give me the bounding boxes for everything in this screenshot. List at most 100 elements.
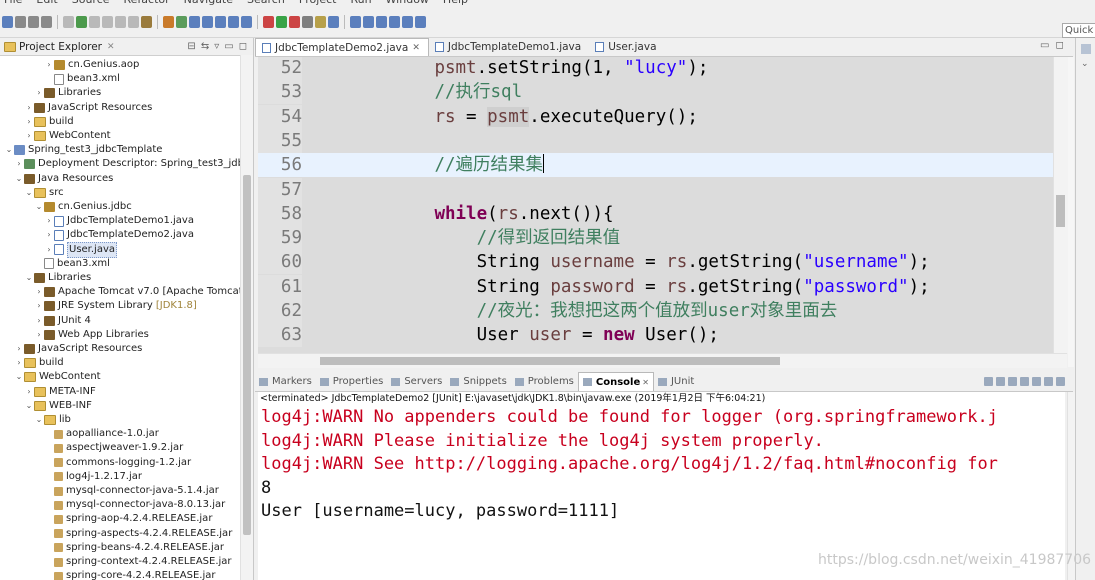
explorer-scrollbar[interactable] [240, 55, 253, 580]
expand-chevron-icon[interactable]: ⌄ [14, 370, 24, 384]
tab-snippets[interactable]: Snippets [446, 376, 510, 387]
toolbar-button-icon[interactable] [350, 16, 361, 28]
expand-chevron-icon[interactable]: ⌄ [34, 413, 44, 427]
menu-window[interactable]: Window [386, 0, 429, 6]
toolbar-button-icon[interactable] [241, 16, 252, 28]
toolbar-button-icon[interactable] [63, 16, 74, 28]
toolbar-button-icon[interactable] [215, 16, 226, 28]
terminate-icon[interactable] [984, 377, 993, 386]
tree-item[interactable]: ⌄ Java Resources [14, 172, 113, 186]
code-line[interactable]: 60 String username = rs.getString("usern… [258, 250, 1053, 275]
maximize-icon[interactable]: ◻ [1055, 40, 1063, 51]
toolbar-button-icon[interactable] [128, 16, 139, 28]
toolbar-button-icon[interactable] [189, 16, 200, 28]
expand-chevron-icon[interactable]: ⌄ [24, 399, 34, 413]
tree-item[interactable]: ⌄ src [24, 186, 64, 200]
code-editor[interactable]: 52 psmt.setString(1, "lucy"); 53 //执行sql 5… [258, 57, 1053, 353]
toolbar-button-icon[interactable] [102, 16, 113, 28]
toolbar-button-icon[interactable] [2, 16, 13, 28]
close-tab-icon[interactable]: ✕ [642, 378, 649, 387]
tree-item[interactable]: › cn.Genius.aop [44, 58, 139, 72]
code-line[interactable]: 53 //执行sql [258, 80, 1053, 105]
toolbar-button-icon[interactable] [115, 16, 126, 28]
tree-item[interactable]: ⌄ Spring_test3_jdbcTemplate [4, 143, 162, 157]
menu-run[interactable]: Run [350, 0, 371, 6]
collapse-chevron-icon[interactable]: › [44, 58, 54, 72]
toolbar-button-icon[interactable] [41, 16, 52, 28]
tree-item[interactable]: › User.java [44, 241, 118, 258]
collapse-chevron-icon[interactable]: › [24, 115, 34, 129]
expand-chevron-icon[interactable]: ⌄ [34, 200, 44, 214]
editor-tab[interactable]: JdbcTemplateDemo1.java [429, 38, 589, 56]
tree-item[interactable]: aspectjweaver-1.9.2.jar [44, 441, 183, 455]
pin-console-icon[interactable] [1032, 377, 1041, 386]
tree-item[interactable]: › JavaScript Resources [24, 101, 152, 115]
toolbar-button-icon[interactable] [89, 16, 100, 28]
toolbar-button-icon[interactable] [289, 16, 300, 28]
collapse-chevron-icon[interactable]: › [34, 86, 44, 100]
toolbar-button-icon[interactable] [315, 16, 326, 28]
open-console-icon[interactable] [1056, 377, 1065, 386]
tree-item[interactable]: › JUnit 4 [34, 314, 91, 328]
toolbar-button-icon[interactable] [141, 16, 152, 28]
editor-tab[interactable]: User.java [589, 38, 664, 56]
expand-chevron-icon[interactable]: ⌄ [14, 172, 24, 186]
menu-file[interactable]: File [4, 0, 22, 6]
collapse-chevron-icon[interactable]: › [34, 285, 44, 299]
tree-item[interactable]: aopalliance-1.0.jar [44, 427, 159, 441]
minimize-icon[interactable]: ▭ [1040, 40, 1049, 51]
collapse-chevron-icon[interactable]: › [14, 157, 24, 171]
collapse-chevron-icon[interactable]: › [44, 228, 54, 242]
outline-icon[interactable] [1081, 44, 1091, 54]
code-line[interactable]: 59 //得到返回结果值 [258, 226, 1053, 251]
toolbar-button-icon[interactable] [202, 16, 213, 28]
collapse-chevron-icon[interactable]: › [34, 314, 44, 328]
tree-item[interactable]: spring-core-4.2.4.RELEASE.jar [44, 569, 216, 580]
tree-item[interactable]: › WebContent [24, 129, 111, 143]
close-tab-icon[interactable]: ✕ [412, 43, 420, 53]
tree-item[interactable]: ⌄ cn.Genius.jdbc [34, 200, 132, 214]
tab-problems[interactable]: Problems [511, 376, 578, 387]
toolbar-button-icon[interactable] [415, 16, 426, 28]
tree-item[interactable]: › JdbcTemplateDemo2.java [44, 228, 194, 242]
toolbar-button-icon[interactable] [376, 16, 387, 28]
expand-chevron-icon[interactable]: ⌄ [24, 271, 34, 285]
code-line[interactable]: 55 [258, 128, 1053, 153]
display-console-icon[interactable] [1044, 377, 1053, 386]
tree-item[interactable]: spring-aspects-4.2.4.RELEASE.jar [44, 527, 232, 541]
tree-item[interactable]: bean3.xml [34, 257, 110, 271]
editor-scroll-thumb[interactable] [1056, 195, 1065, 227]
tree-item[interactable]: › META-INF [24, 385, 96, 399]
tree-item[interactable]: › Web App Libraries [34, 328, 149, 342]
tree-item[interactable]: mysql-connector-java-5.1.4.jar [44, 484, 219, 498]
close-icon[interactable]: ✕ [107, 42, 115, 52]
code-line[interactable]: 52 psmt.setString(1, "lucy"); [258, 57, 1053, 80]
menu-refactor[interactable]: Refactor [124, 0, 170, 6]
collapse-chevron-icon[interactable]: › [34, 328, 44, 342]
toolbar-button-icon[interactable] [328, 16, 339, 28]
tree-item[interactable]: ⌄ Libraries [24, 271, 91, 285]
collapse-chevron-icon[interactable]: › [34, 299, 44, 313]
expand-chevron-icon[interactable]: ⌄ [4, 143, 14, 157]
toolbar-button-icon[interactable] [276, 16, 287, 28]
toolbar-button-icon[interactable] [163, 16, 174, 28]
collapse-chevron-icon[interactable]: › [14, 356, 24, 370]
toolbar-button-icon[interactable] [389, 16, 400, 28]
tree-item[interactable]: › JdbcTemplateDemo1.java [44, 214, 194, 228]
toolbar-button-icon[interactable] [15, 16, 26, 28]
tree-item[interactable]: › Apache Tomcat v7.0 [Apache Tomcat 7 [34, 285, 252, 299]
minimize-icon[interactable]: ▭ [224, 41, 233, 52]
editor-horizontal-scrollbar[interactable] [258, 353, 1067, 368]
explorer-scroll-thumb[interactable] [243, 175, 251, 535]
tree-item[interactable]: › build [14, 356, 64, 370]
tree-item[interactable]: › Libraries [34, 86, 101, 100]
editor-vertical-scrollbar[interactable] [1053, 57, 1068, 353]
collapse-chevron-icon[interactable]: › [24, 385, 34, 399]
toolbar-button-icon[interactable] [263, 16, 274, 28]
menu-edit[interactable]: Edit [36, 0, 57, 6]
quick-access-input[interactable]: Quick Access [1062, 23, 1095, 38]
view-menu-icon[interactable]: ▿ [214, 41, 219, 52]
tab-properties[interactable]: Properties [316, 376, 388, 387]
collapse-chevron-icon[interactable]: › [24, 129, 34, 143]
collapse-all-icon[interactable]: ⊟ [187, 41, 195, 52]
